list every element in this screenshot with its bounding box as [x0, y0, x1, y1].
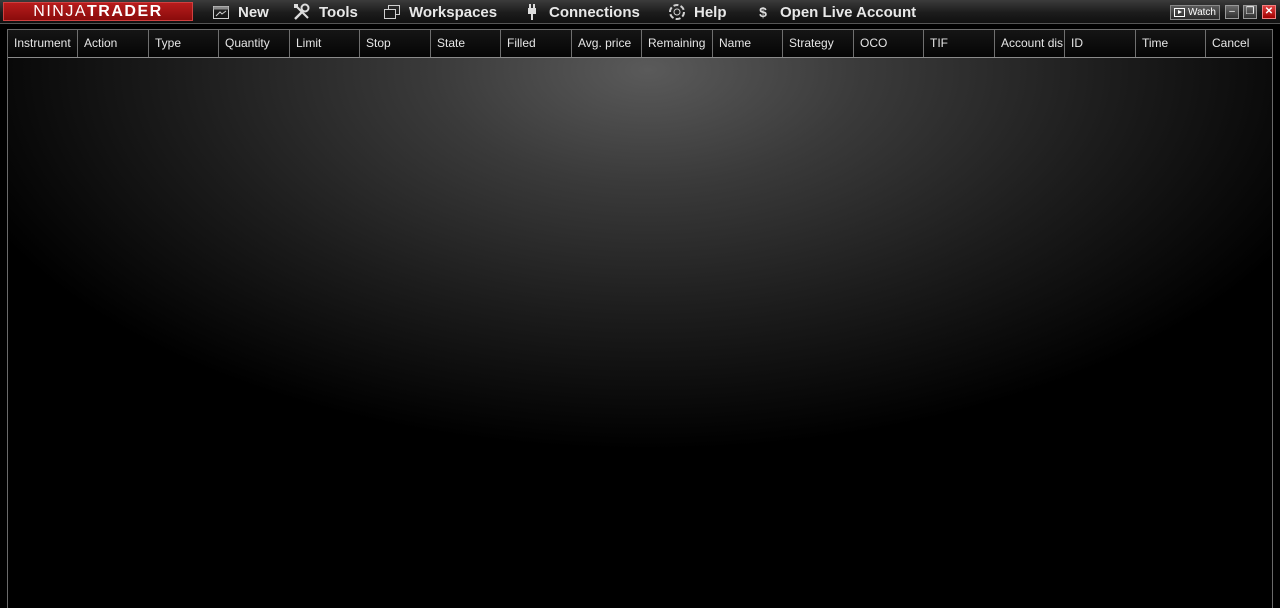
close-button[interactable]: ✕: [1262, 5, 1276, 19]
ninjatrader-window: NINJA TRADER New Tools Workspaces Connect: [0, 0, 1280, 608]
orders-grid: Instrument Action Type Quantity Limit St…: [7, 29, 1273, 608]
menu-help[interactable]: Help: [668, 0, 727, 24]
menu-connections-label: Connections: [549, 3, 640, 21]
workspaces-icon: [383, 3, 401, 21]
column-header-name[interactable]: Name: [713, 30, 783, 57]
column-header-account-display[interactable]: Account dis: [995, 30, 1065, 57]
tools-icon: [293, 3, 311, 21]
menu-tools-label: Tools: [319, 3, 358, 21]
menu-workspaces[interactable]: Workspaces: [383, 0, 497, 24]
column-header-filled[interactable]: Filled: [501, 30, 572, 57]
ninjatrader-logo: NINJA TRADER: [3, 2, 193, 21]
column-header-limit[interactable]: Limit: [290, 30, 360, 57]
orders-grid-body[interactable]: [8, 58, 1272, 608]
play-icon: [1174, 8, 1185, 17]
menu-new-label: New: [238, 3, 269, 21]
menu-new[interactable]: New: [212, 0, 269, 24]
column-header-quantity[interactable]: Quantity: [219, 30, 290, 57]
watch-label: Watch: [1188, 7, 1216, 18]
column-header-cancel[interactable]: Cancel: [1206, 30, 1272, 57]
plug-icon: [523, 3, 541, 21]
logo-text-light: NINJA: [33, 2, 88, 20]
control-center-menubar: NINJA TRADER New Tools Workspaces Connect: [0, 0, 1280, 24]
new-window-icon: [212, 3, 230, 21]
column-header-time[interactable]: Time: [1136, 30, 1206, 57]
column-header-id[interactable]: ID: [1065, 30, 1136, 57]
column-header-strategy[interactable]: Strategy: [783, 30, 854, 57]
menu-open-live-account-label: Open Live Account: [780, 3, 917, 21]
column-header-stop[interactable]: Stop: [360, 30, 431, 57]
restore-button[interactable]: ❐: [1243, 5, 1257, 19]
column-header-instrument[interactable]: Instrument: [8, 30, 78, 57]
column-header-oco[interactable]: OCO: [854, 30, 924, 57]
help-lifebuoy-icon: [668, 3, 686, 21]
minimize-button[interactable]: –: [1225, 5, 1239, 19]
column-header-avg-price[interactable]: Avg. price: [572, 30, 642, 57]
logo-text-bold: TRADER: [87, 2, 163, 20]
column-header-remaining[interactable]: Remaining: [642, 30, 713, 57]
column-header-state[interactable]: State: [431, 30, 501, 57]
orders-grid-header: Instrument Action Type Quantity Limit St…: [8, 30, 1272, 58]
menu-help-label: Help: [694, 3, 727, 21]
column-header-tif[interactable]: TIF: [924, 30, 995, 57]
column-header-type[interactable]: Type: [149, 30, 219, 57]
menu-connections[interactable]: Connections: [523, 0, 640, 24]
watch-button[interactable]: Watch: [1170, 5, 1220, 20]
menu-workspaces-label: Workspaces: [409, 3, 498, 21]
column-header-action[interactable]: Action: [78, 30, 149, 57]
dollar-icon: $: [759, 4, 767, 20]
menu-tools[interactable]: Tools: [293, 0, 358, 24]
menu-open-live-account[interactable]: $ Open Live Account: [754, 0, 916, 24]
